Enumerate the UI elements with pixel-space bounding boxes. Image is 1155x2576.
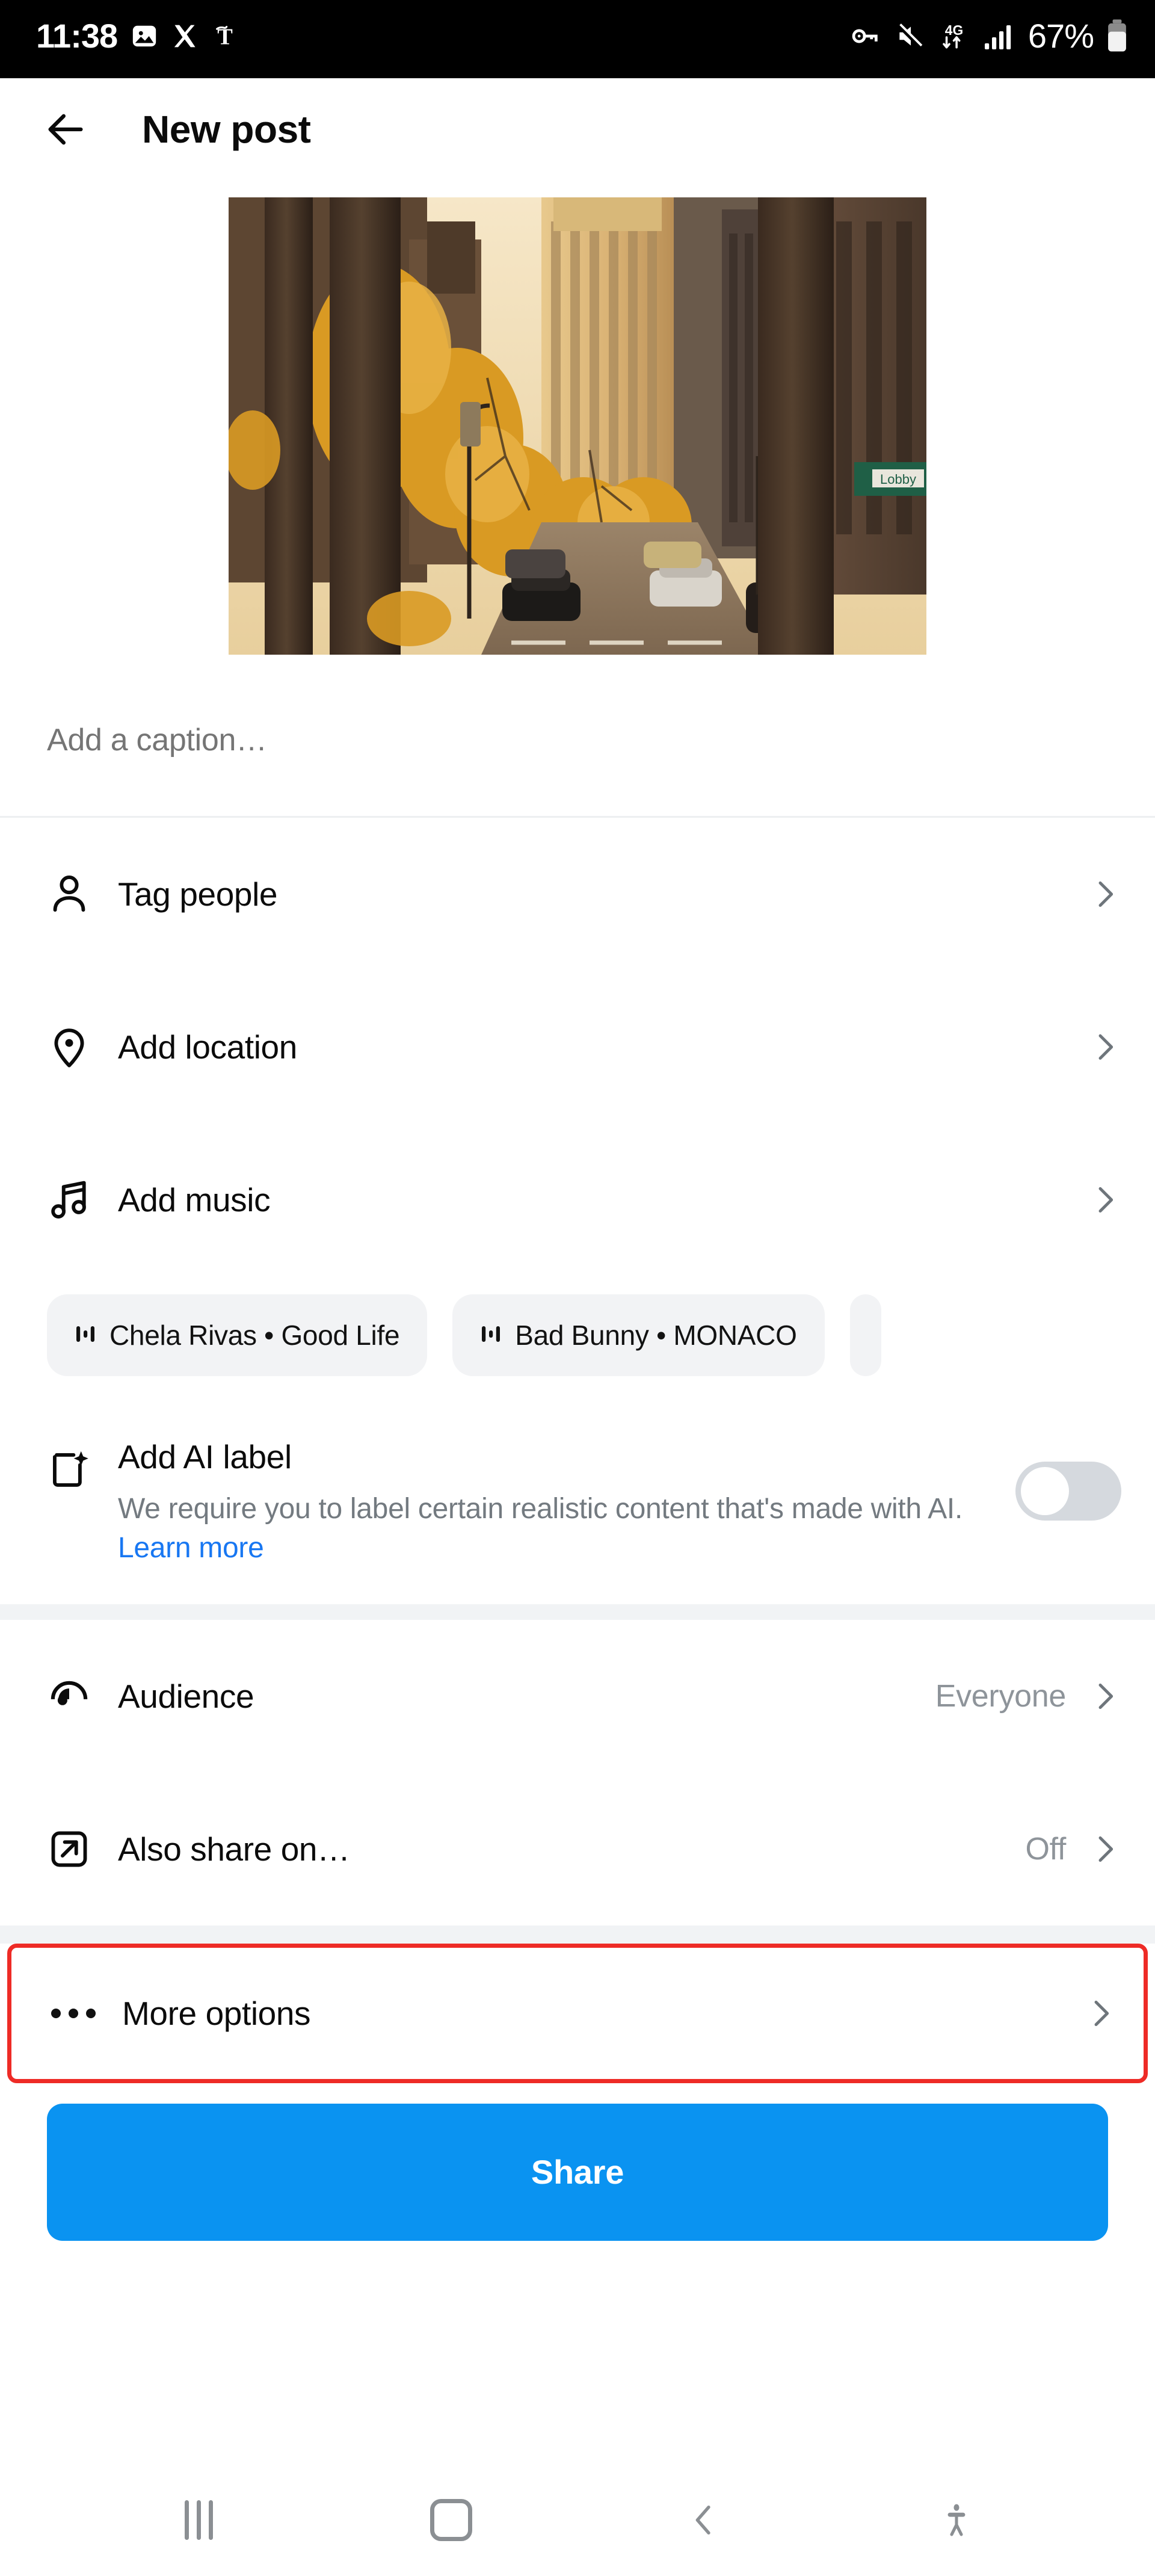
nyt-app-icon: T — [211, 22, 239, 50]
signal-bars-icon — [984, 22, 1015, 51]
ai-label-title: Add AI label — [118, 1438, 292, 1475]
back-button[interactable] — [40, 103, 91, 155]
ai-label-toggle[interactable] — [1015, 1462, 1121, 1521]
mute-icon — [895, 21, 925, 51]
row-value: Everyone — [935, 1678, 1067, 1714]
row-also-share-on[interactable]: Also share on… Off — [0, 1772, 1155, 1926]
home-icon[interactable] — [406, 2475, 496, 2565]
row-value: Off — [1025, 1831, 1066, 1867]
music-suggestion-chip[interactable]: Bad Bunny • MONACO — [452, 1294, 825, 1376]
svg-text:4G: 4G — [945, 22, 963, 38]
ellipsis-icon — [51, 2008, 114, 2018]
svg-text:Lobby: Lobby — [880, 472, 916, 487]
row-tag-people[interactable]: Tag people — [0, 818, 1155, 971]
ai-label-body: Add AI label We require you to label cer… — [118, 1438, 1015, 1568]
row-label: More options — [122, 1994, 311, 2032]
page-title: New post — [142, 108, 311, 151]
post-image-preview[interactable]: Lobby — [229, 197, 926, 655]
learn-more-link[interactable]: Learn more — [118, 1532, 264, 1564]
row-label: Also share on… — [118, 1830, 350, 1868]
status-bar-right: 4G 67% — [850, 19, 1127, 53]
status-bar: 11:38 T 4G 67% — [0, 0, 1155, 78]
music-suggestion-label: Bad Bunny • MONACO — [515, 1320, 797, 1351]
battery-icon — [1107, 19, 1127, 53]
x-app-icon — [171, 23, 198, 49]
preview-illustration: Lobby — [229, 197, 926, 655]
page-header: New post — [0, 78, 1155, 181]
chevron-right-icon — [1088, 1183, 1121, 1217]
status-bar-left: 11:38 T — [36, 19, 239, 53]
chevron-right-icon — [1088, 1832, 1121, 1866]
toggle-knob — [1021, 1467, 1069, 1515]
row-more-options[interactable]: More options — [7, 1943, 1148, 2083]
audio-wave-icon — [480, 1323, 502, 1348]
share-arrow-icon — [47, 1827, 109, 1871]
row-label: Add music — [118, 1181, 271, 1219]
vpn-key-icon — [850, 20, 881, 52]
system-nav-bar — [0, 2464, 1155, 2576]
row-add-music[interactable]: Add music — [0, 1123, 1155, 1276]
ai-label-description-text: We require you to label certain realisti… — [118, 1493, 963, 1525]
row-label: Tag people — [118, 876, 278, 913]
music-suggestion-chip[interactable]: Chela Rivas • Good Life — [47, 1294, 428, 1376]
battery-percent-label: 67% — [1027, 17, 1094, 55]
music-suggestions-list[interactable]: Chela Rivas • Good Life Bad Bunny • MONA… — [0, 1276, 1155, 1410]
caption-section — [0, 655, 1155, 816]
ai-label-description: We require you to label certain realisti… — [118, 1489, 1000, 1568]
row-label: Audience — [118, 1677, 254, 1715]
music-note-icon — [47, 1178, 109, 1222]
share-button[interactable]: Share — [47, 2103, 1108, 2241]
section-separator — [0, 1604, 1155, 1620]
row-add-ai-label[interactable]: Add AI label We require you to label cer… — [0, 1410, 1155, 1604]
recents-icon[interactable] — [153, 2475, 244, 2565]
row-add-location[interactable]: Add location — [0, 971, 1155, 1123]
audience-icon — [47, 1674, 109, 1719]
status-bar-clock: 11:38 — [36, 17, 118, 55]
chevron-right-icon — [1083, 1997, 1117, 2030]
person-icon — [47, 872, 109, 916]
caption-input[interactable] — [47, 722, 1108, 758]
app-screen: 11:38 T 4G 67% New post Lobby Add a capt… — [0, 0, 1155, 2576]
chevron-right-icon — [1088, 1030, 1121, 1064]
back-icon[interactable] — [659, 2475, 749, 2565]
row-label: Add location — [118, 1028, 297, 1066]
media-preview-container: Lobby — [0, 181, 1155, 655]
music-suggestion-label: Chela Rivas • Good Life — [109, 1320, 400, 1351]
photo-icon — [131, 22, 158, 50]
accessibility-icon[interactable] — [911, 2475, 1002, 2565]
music-suggestion-chip-partial[interactable] — [849, 1294, 881, 1376]
audio-wave-icon — [75, 1323, 96, 1348]
network-4g-icon: 4G — [938, 20, 970, 52]
location-pin-icon — [47, 1025, 109, 1069]
section-separator — [0, 1925, 1155, 1944]
more-options-container: More options — [0, 1943, 1155, 2083]
row-audience[interactable]: Audience Everyone — [0, 1619, 1155, 1773]
share-button-container: Share — [0, 2083, 1155, 2241]
chevron-right-icon — [1088, 877, 1121, 911]
ai-sparkle-icon — [47, 1438, 109, 1495]
chevron-right-icon — [1088, 1679, 1121, 1713]
